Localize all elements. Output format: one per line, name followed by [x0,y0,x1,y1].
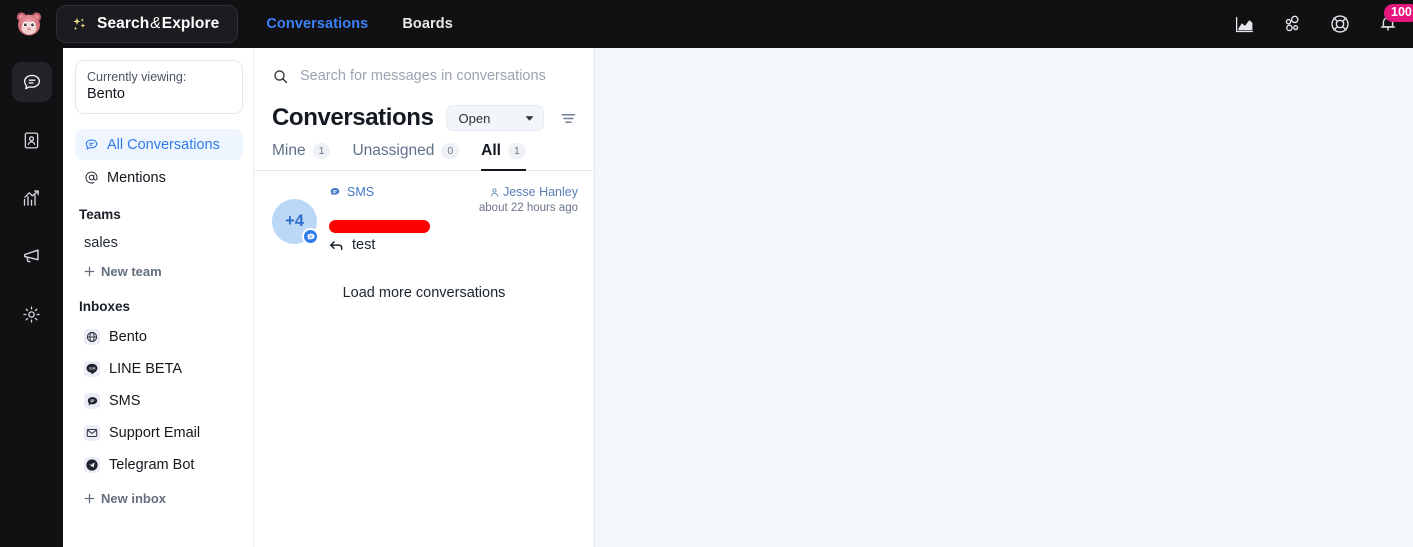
empty-conversation-panel [595,48,1413,547]
sparkles-icon [71,16,88,33]
tab-unassigned[interactable]: Unassigned 0 [352,142,460,171]
assignee: Jesse Hanley [479,185,578,199]
rail-item-analytics[interactable] [12,178,52,218]
sidebar-item-mentions[interactable]: Mentions [75,162,243,193]
inbox-label: SMS [109,393,141,409]
globe-icon [84,329,100,345]
inbox-item-telegram-bot[interactable]: Telegram Bot [75,449,243,481]
sms-channel-icon [329,186,341,198]
search-icon [272,68,289,85]
conversation-header: SMS Jesse Hanley about 22 hours ago [329,185,578,214]
rail-item-chat[interactable] [11,62,52,102]
notifications-button[interactable]: 100 [1377,4,1413,35]
chevron-down-icon [525,115,534,122]
inboxes-heading: Inboxes [79,299,131,314]
nav-conversations[interactable]: Conversations [266,16,368,32]
conversation-content: SMS Jesse Hanley about 22 hours ago test [329,185,578,253]
inbox-item-bento[interactable]: Bento [75,321,243,353]
conversation-preview: test [329,237,578,253]
status-filter-value: Open [458,110,491,126]
redacted-subject [329,220,430,233]
new-team-label: New team [101,263,162,279]
tab-label: Mine [272,142,306,159]
inbox-item-support-email[interactable]: Support Email [75,417,243,449]
inbox-label: LINE BETA [109,361,183,377]
tab-label: Unassigned [352,142,435,159]
list-header: Conversations Open [254,98,594,132]
telegram-icon [84,457,100,473]
currently-viewing-value: Bento [87,86,125,102]
rail-item-settings[interactable] [12,294,52,334]
sidebar-item-label: All Conversations [107,136,220,153]
icon-rail [0,48,63,547]
app-root: Search&Explore Conversations Boards 100 … [0,0,1413,547]
nav-boards[interactable]: Boards [402,16,453,32]
top-bar: Search&Explore Conversations Boards 100 [0,0,1413,48]
chat-bubble-icon [84,137,99,152]
inbox-label: Telegram Bot [109,457,195,473]
tab-count: 0 [441,142,460,160]
app-logo[interactable] [12,7,46,41]
at-icon [84,170,99,185]
load-more-button[interactable]: Load more conversations [254,265,594,301]
channel-tag: SMS [329,185,374,199]
rail-item-contacts[interactable] [12,120,52,160]
team-item-sales[interactable]: sales [75,229,243,257]
envelope-icon [84,425,100,441]
currently-viewing-label: Currently viewing: [87,70,187,84]
new-team-button[interactable]: New team [75,257,243,285]
filter-button[interactable] [561,112,576,125]
new-inbox-label: New inbox [101,490,167,506]
sms-badge-icon [302,228,319,245]
status-filter-dropdown[interactable]: Open [445,105,544,131]
conversation-list-panel: Conversations Open Mine 1 [254,48,595,547]
conversation-meta: Jesse Hanley about 22 hours ago [479,185,578,214]
tab-mine[interactable]: Mine 1 [272,142,331,171]
body: Currently viewing: Bento All Conversatio… [0,48,1413,547]
search-and-explore-button[interactable]: Search&Explore [56,5,239,43]
preview-text: test [352,237,376,253]
tab-label: All [481,142,501,159]
teams-heading: Teams [79,207,121,222]
search-bar [254,54,594,98]
line-icon [84,361,100,377]
chart-icon[interactable] [1233,13,1255,35]
top-bar-actions: 100 [1233,4,1413,35]
channel-name: SMS [347,185,375,199]
tab-count: 1 [507,142,526,160]
sidebar-item-label: Mentions [107,169,166,186]
inbox-label: Bento [109,329,147,345]
inbox-item-line-beta[interactable]: LINE BETA [75,353,243,385]
inbox-label: Support Email [109,425,201,441]
plus-icon [84,493,95,504]
person-icon [489,187,500,198]
sidebar: Currently viewing: Bento All Conversatio… [63,48,254,547]
search-input[interactable] [300,68,576,84]
conversation-time: about 22 hours ago [478,202,578,214]
tab-count: 1 [312,142,331,160]
search-and-explore-label: Search&Explore [97,15,220,32]
people-icon[interactable] [1281,13,1303,35]
inbox-item-sms[interactable]: SMS [75,385,243,417]
conversation-row[interactable]: +4 SMS Jesse Hanley about 22 hours ago t… [254,171,594,265]
page-title: Conversations [272,104,434,131]
rail-item-campaigns[interactable] [12,236,52,276]
avatar: +4 [272,199,319,245]
top-nav: Conversations Boards [266,16,453,32]
reply-arrow-icon [329,239,344,252]
plus-icon [84,266,95,277]
assignee-name: Jesse Hanley [502,185,578,199]
currently-viewing-card[interactable]: Currently viewing: Bento [75,60,243,114]
tab-all[interactable]: All 1 [481,142,526,171]
sidebar-item-all-conversations[interactable]: All Conversations [75,129,243,160]
conversation-tabs: Mine 1 Unassigned 0 All 1 [254,132,594,171]
new-inbox-button[interactable]: New inbox [75,484,243,512]
notification-badge: 100 [1384,4,1413,22]
lifebuoy-icon[interactable] [1329,13,1351,35]
sms-icon [84,393,100,409]
